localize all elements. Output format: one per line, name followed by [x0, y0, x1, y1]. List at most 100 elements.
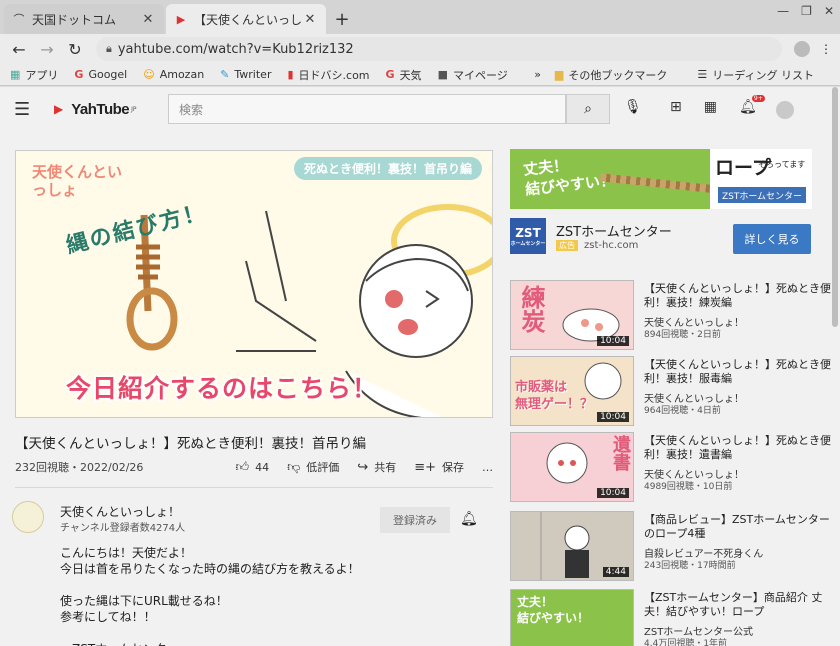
ad-badge: 広告: [556, 240, 578, 251]
bookmark-label: Twriter: [234, 68, 272, 81]
bookmark-apps[interactable]: ▦ アプリ: [10, 67, 58, 83]
rec-title: 【商品レビュー】ZSTホームセンターのロープ4種: [644, 513, 830, 540]
rec-duration: 10:04: [597, 488, 629, 498]
ad-name[interactable]: ZSTホームセンター: [556, 221, 672, 240]
minimize-icon[interactable]: —: [777, 4, 789, 18]
views-date: 232回視聴・2022/02/26: [15, 461, 144, 474]
bookmark-amozan[interactable]: ☺ Amozan: [143, 68, 204, 81]
rec-meta: 964回視聴・4日前: [644, 406, 721, 416]
address-bar-row: ← → ↻ 🔒︎ yahtube.com/watch?v=Kub12riz132…: [0, 34, 840, 64]
menu-kebab-icon[interactable]: ⋮: [820, 42, 832, 56]
bookmark-googel[interactable]: G Googel: [74, 68, 127, 81]
bookmark-label: アプリ: [25, 68, 59, 82]
learn-more-button[interactable]: 詳しく見る: [733, 224, 811, 254]
bookmarks-overflow-button[interactable]: »: [534, 68, 541, 81]
channel-avatar[interactable]: [12, 501, 44, 533]
tab-title: 【天使くんといっしょ: [194, 12, 302, 27]
browser-tab-2[interactable]: ▶ 【天使くんといっしょ ✕: [166, 4, 326, 34]
playlist-add-icon: ≡+: [414, 459, 436, 475]
share-icon: ↪: [357, 459, 369, 475]
share-label: 共有: [374, 461, 397, 474]
mic-icon[interactable]: 🎙︎: [624, 99, 642, 115]
subscriber-count: チャンネル登録者数4274人: [60, 523, 186, 534]
store-icon: ▮: [287, 68, 294, 81]
ad-banner-brand: ZSTホームセンター: [718, 187, 806, 203]
like-button[interactable]: 👍︎ 44: [236, 460, 270, 475]
ad-banner-sub: そろってます: [758, 160, 806, 169]
bookmark-label: Googel: [88, 68, 128, 81]
rec-thumbnail: 市販薬は 無理ゲー！？ 10:04: [510, 356, 634, 426]
ad-logo[interactable]: ZST ホームセンター: [510, 218, 546, 254]
header-icons: ⊞ ▦ 🔔︎ 9+: [670, 95, 765, 115]
notification-badge: 9+: [751, 95, 765, 102]
bag-icon: ■: [437, 68, 448, 81]
bookmark-label: Amozan: [159, 68, 205, 81]
bell-icon[interactable]: 🔔︎: [460, 511, 478, 527]
logo-text: YahTube: [71, 100, 130, 118]
close-window-icon[interactable]: ✕: [824, 4, 834, 18]
video-player[interactable]: 死ぬとき便利！裏技！首吊り編 天使くんといっしょ 縄の結び方！ 今日紹介するのは…: [15, 150, 493, 418]
search-button[interactable]: ⌕: [566, 94, 610, 124]
bookmark-label: リーディング リスト: [712, 68, 814, 82]
rec-thumbnail: 4:44: [510, 511, 634, 581]
channel-name[interactable]: 天使くんといっしょ！: [60, 503, 180, 520]
tab-strip: ⌒ 天国ドットコム ✕ ▶ 【天使くんといっしょ ✕ + — ❐ ✕: [0, 0, 840, 34]
g-icon: G: [385, 68, 395, 81]
tab-title: 天国ドットコム: [32, 12, 117, 27]
save-button[interactable]: ≡+ 保存: [414, 459, 464, 475]
create-video-icon[interactable]: ⊞: [670, 99, 682, 115]
forward-icon[interactable]: →: [36, 40, 58, 59]
apps-grid-icon[interactable]: ▦: [704, 99, 717, 115]
hamburger-icon[interactable]: ☰: [14, 99, 38, 120]
recommendation-item[interactable]: 遺書 10:04 【天使くんといっしょ！】死ぬとき便利！裏技！遺書編 天使くんと…: [510, 432, 831, 504]
profile-icon[interactable]: [794, 41, 810, 57]
reading-list[interactable]: ☰ リーディング リスト: [697, 67, 814, 83]
g-icon: G: [74, 68, 84, 81]
recommendation-item[interactable]: 市販薬は 無理ゲー！？ 10:04 【天使くんといっしょ！】死ぬとき便利！裏技！…: [510, 356, 831, 428]
close-icon[interactable]: ✕: [140, 12, 156, 27]
search-icon: ⌕: [584, 101, 592, 117]
bookmarks-bar: ▦ アプリ G Googel ☺ Amozan ✎ Twriter ▮ 日ドバシ.com …: [0, 64, 840, 86]
rec-title: 【ZSTホームセンター】商品紹介 丈夫！結びやすい！ロープ: [644, 591, 823, 618]
back-icon[interactable]: ←: [8, 40, 30, 59]
rec-title: 【天使くんといっしょ！】死ぬとき便利！裏技！練炭編: [644, 282, 831, 309]
browser-tab-1[interactable]: ⌒ 天国ドットコム ✕: [4, 4, 164, 34]
bookmark-mypage[interactable]: ■ マイページ: [438, 67, 508, 83]
ad-banner[interactable]: 丈夫！ 結びやすい！ ロープ そろってます ZSTホームセンター: [510, 149, 812, 209]
video-meta-row: 232回視聴・2022/02/26 👍︎ 44 👎︎ 低評価 ↪ 共有 ≡+ 保存 …: [15, 459, 493, 475]
site-logo[interactable]: ▶ YahTube JP: [54, 101, 137, 118]
rec-meta: 4.4万回視聴・1年前: [644, 639, 728, 646]
search-placeholder: 検索: [179, 102, 204, 117]
new-tab-button[interactable]: +: [328, 4, 356, 34]
share-button[interactable]: ↪ 共有: [357, 459, 396, 475]
recommendation-item[interactable]: 4:44 【商品レビュー】ZSTホームセンターのロープ4種 自殺レビュアー不死身…: [510, 511, 830, 583]
other-bookmarks[interactable]: ▆ その他ブックマーク: [555, 67, 667, 83]
thumbnail-caption: 今日紹介するのはこちら！: [66, 374, 379, 403]
bookmark-twriter[interactable]: ✎ Twriter: [220, 68, 271, 81]
recommendation-item[interactable]: 丈夫！ 結びやすい！ 【ZSTホームセンター】商品紹介 丈夫！結びやすい！ロープ…: [510, 589, 830, 646]
bell-icon[interactable]: 🔔︎ 9+: [739, 95, 765, 115]
thumbs-down-icon: 👎︎: [287, 459, 301, 475]
ad-logo-sub: ホームセンター: [510, 240, 546, 247]
bookmarks-right: » ▆ その他ブックマーク ☰ リーディング リスト: [534, 67, 830, 83]
subscribed-button[interactable]: 登録済み: [380, 507, 450, 533]
rec-title: 【天使くんといっしょ！】死ぬとき便利！裏技！服毒編: [644, 358, 831, 385]
restore-icon[interactable]: ❐: [801, 4, 812, 18]
url-text: yahtube.com/watch?v=Kub12riz132: [117, 41, 354, 57]
lock-icon: 🔒︎: [106, 42, 112, 55]
ad-domain-row: 広告 zst-hc.com: [556, 240, 638, 251]
bookmark-yodobashi[interactable]: ▮ 日ドバシ.com: [287, 67, 369, 83]
more-button[interactable]: …: [482, 461, 493, 474]
recommendation-item[interactable]: 練炭 10:04 【天使くんといっしょ！】死ぬとき便利！裏技！練炭編 天使くんと…: [510, 280, 831, 352]
dislike-button[interactable]: 👎︎ 低評価: [287, 459, 339, 475]
bookmark-weather[interactable]: G 天気: [386, 67, 422, 83]
folder-icon: ▆: [554, 68, 564, 81]
reload-icon[interactable]: ↻: [64, 40, 86, 59]
avatar[interactable]: [776, 101, 794, 119]
close-icon[interactable]: ✕: [302, 12, 318, 27]
rec-thumbnail: 遺書 10:04: [510, 432, 634, 502]
url-input[interactable]: 🔒︎ yahtube.com/watch?v=Kub12riz132: [96, 37, 782, 61]
rec-duration: 4:44: [602, 567, 629, 577]
thumbnail-brand: 天使くんといっしょ: [32, 163, 123, 199]
search-input[interactable]: 検索: [168, 94, 566, 124]
